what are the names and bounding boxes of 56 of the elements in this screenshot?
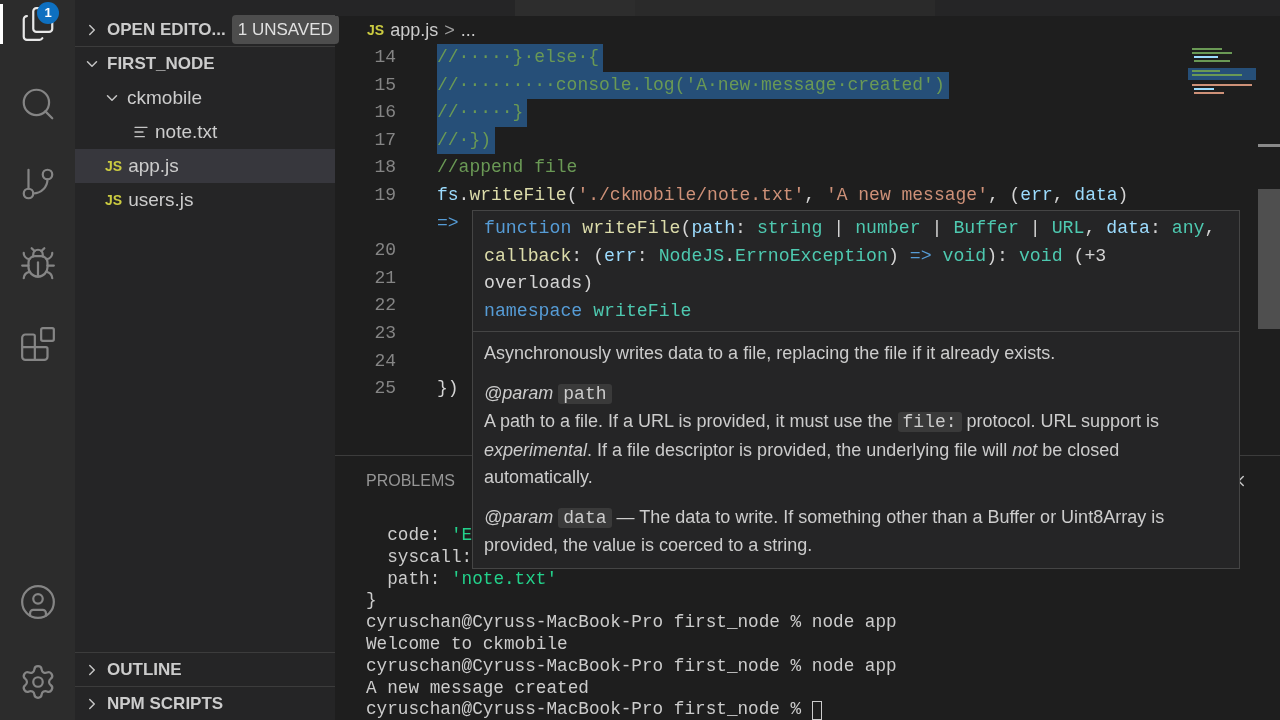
signature-line: callback: (err: NodeJS.ErrnoException) => void): void (+3 <box>484 245 1107 266</box>
terminal-line: cyruschan@Cyruss-MacBook-Pro first_node % node app <box>366 612 897 634</box>
param-name: @param path <box>484 379 1228 409</box>
terminal-line: code: 'E <box>386 525 473 547</box>
breadcrumb-item[interactable]: ... <box>460 16 476 44</box>
line-number: 15 <box>374 74 396 95</box>
js-file-icon: JS <box>105 155 123 177</box>
scrollbar-thumb[interactable] <box>1258 189 1280 329</box>
line-number: 23 <box>374 322 396 343</box>
account-icon[interactable] <box>18 583 57 621</box>
signature-line: function writeFile(path: string | number | Buffer | URL, data: any, <box>484 218 1216 238</box>
code-line: //append file <box>437 156 578 180</box>
terminal-line: cyruschan@Cyruss-MacBook-Pro first_node % node app <box>366 655 897 678</box>
line-number: 24 <box>374 350 396 371</box>
unsaved-badge: 1 UNSAVED <box>231 14 339 45</box>
section-header[interactable]: NPM SCRIPTS <box>75 686 335 720</box>
line-number: 21 <box>374 267 396 288</box>
param-doc: @param data — The data to write. If something other than a Buffer or Uint8Array is provided, the value is coerced to a string. <box>484 505 1166 558</box>
signature-line: overloads) <box>484 273 594 294</box>
scrollbar-mark <box>1258 144 1280 147</box>
terminal-line: syscall: <box>386 546 473 569</box>
terminal-line: A new message created <box>366 677 589 700</box>
panel-tab[interactable]: PROBLEMS <box>366 469 455 493</box>
section-header[interactable]: OUTLINE <box>75 652 335 686</box>
line-number: 22 <box>374 295 396 316</box>
code-line: fs.writeFile('./ckmobile/note.txt', 'A new message', (err, data) <box>437 183 1129 207</box>
terminal-line: } <box>366 590 377 613</box>
line-number: 19 <box>374 184 396 205</box>
breadcrumb-separator: > <box>444 18 455 42</box>
js-file-icon: JS <box>105 189 123 211</box>
signature-line: namespace writeFile <box>484 300 692 321</box>
param-doc: A path to a file. If a URL is provided, it must use the file: protocol. URL support is experimental. If a file descriptor is provided, the underlying file will not be closed automatically. <box>484 410 1160 490</box>
active-indicator <box>0 4 3 44</box>
line-number: 16 <box>374 102 396 123</box>
terminal-line: cyruschan@Cyruss-MacBook-Pro first_node % <box>366 699 803 720</box>
notification-badge: 1 <box>37 2 59 24</box>
tree-item[interactable]: JS users.js <box>75 183 335 217</box>
breadcrumb-item[interactable]: app.js <box>390 16 439 44</box>
tree-item[interactable]: JS app.js <box>75 149 335 183</box>
line-number: 25 <box>374 378 396 399</box>
terminal-line: Welcome to ckmobile <box>366 634 568 656</box>
doc-summary: Asynchronously writes data to a file, replacing the file if it already exists. <box>484 342 1057 366</box>
line-number: 17 <box>374 129 396 150</box>
section-header[interactable]: OPEN EDITO... 1 UNSAVED <box>75 13 335 47</box>
js-file-icon: JS <box>367 19 385 41</box>
tree-item[interactable]: note.txt <box>75 115 335 149</box>
extensions-icon[interactable] <box>18 325 57 363</box>
text-file-icon <box>133 124 149 140</box>
tree-item[interactable]: FIRST_NODE <box>75 47 335 81</box>
line-number: 14 <box>374 47 396 67</box>
code-line: }) <box>437 377 459 401</box>
terminal-line: path: 'note.txt' <box>386 568 558 591</box>
code-line: => <box>437 211 459 235</box>
tree-item[interactable]: ckmobile <box>75 81 335 115</box>
line-number: 18 <box>374 157 396 178</box>
line-number: 20 <box>374 240 396 261</box>
